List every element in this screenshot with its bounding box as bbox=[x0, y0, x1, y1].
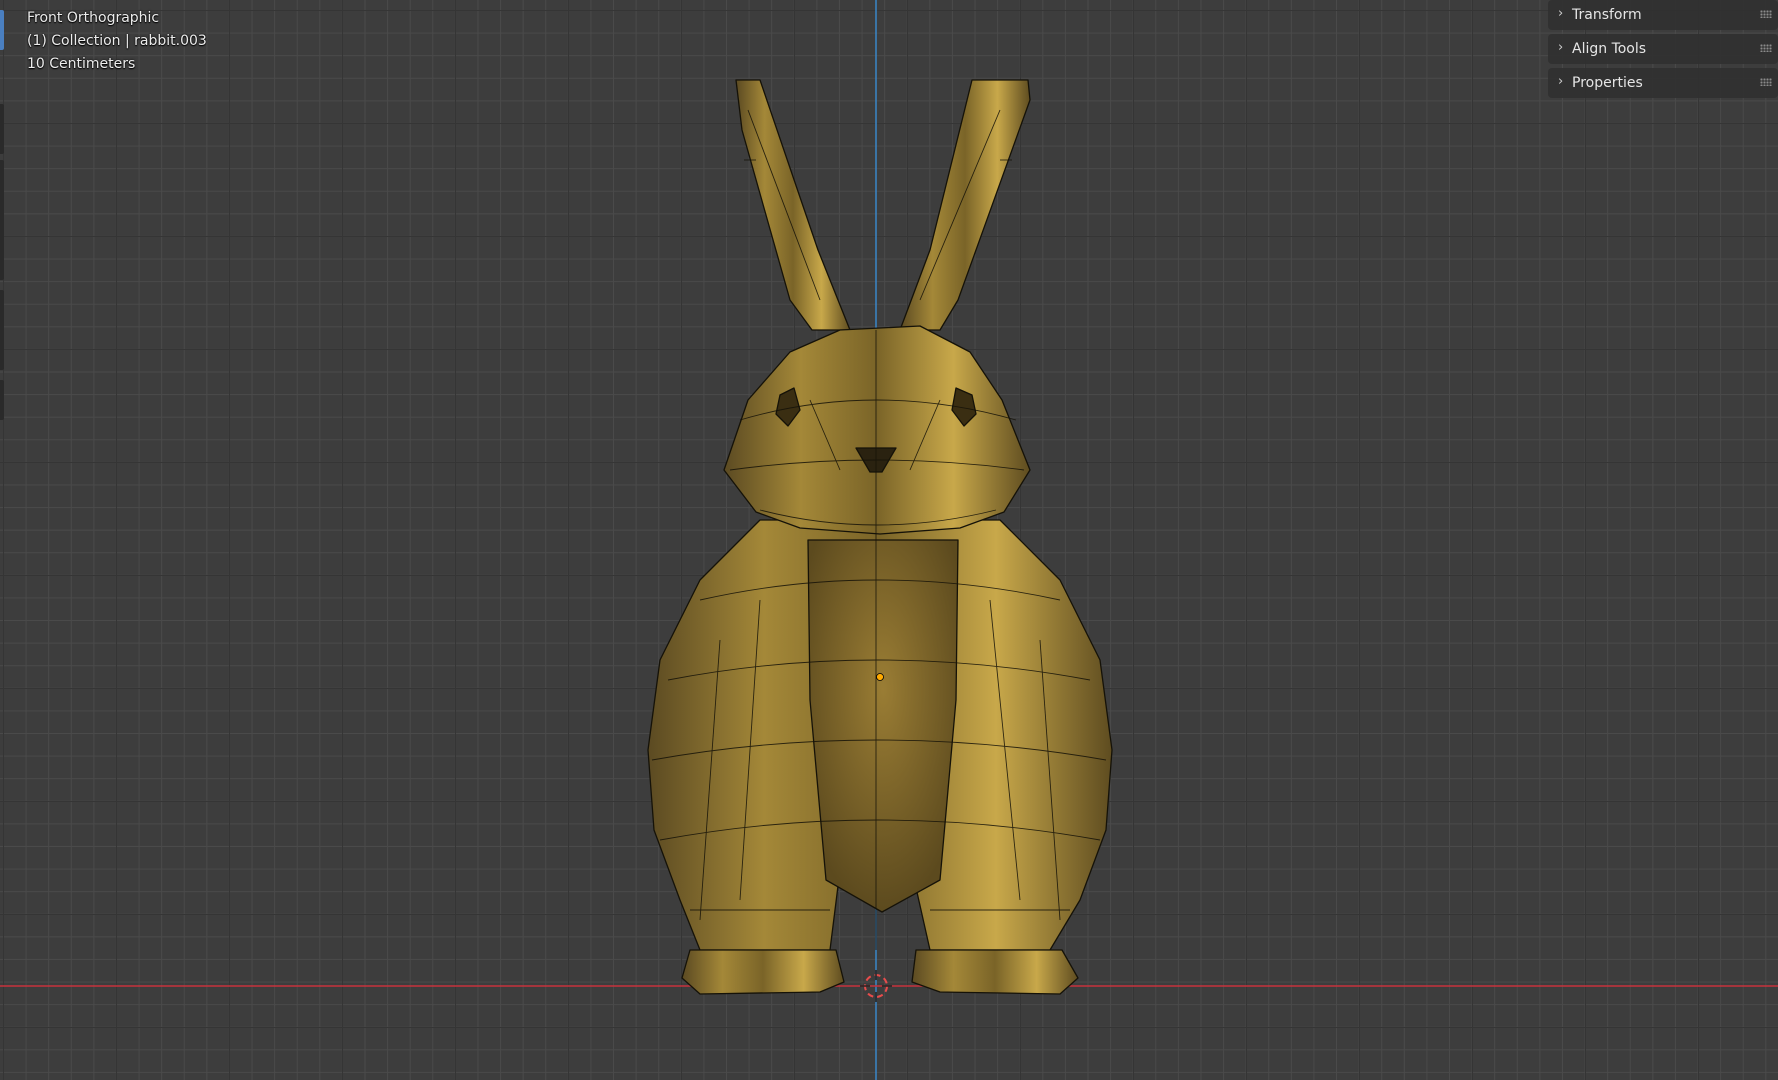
panel-properties-label: Properties bbox=[1572, 75, 1643, 91]
viewport-scene bbox=[0, 0, 1778, 1080]
collection-info-label: (1) Collection | rabbit.003 bbox=[27, 33, 207, 49]
panel-properties[interactable]: › Properties bbox=[1548, 68, 1778, 98]
panel-transform-label: Transform bbox=[1572, 7, 1642, 23]
chevron-right-icon: › bbox=[1558, 74, 1564, 89]
drag-handle-icon[interactable] bbox=[1760, 44, 1772, 52]
sidebar-panel: › Transform › Align Tools › Properties bbox=[1548, 0, 1778, 102]
left-toolbar bbox=[0, 0, 5, 430]
drag-handle-icon[interactable] bbox=[1760, 78, 1772, 86]
scale-info-label: 10 Centimeters bbox=[27, 56, 136, 72]
panel-transform[interactable]: › Transform bbox=[1548, 0, 1778, 30]
head bbox=[723, 325, 1031, 535]
chevron-right-icon: › bbox=[1558, 40, 1564, 55]
left-ear bbox=[735, 79, 851, 331]
drag-handle-icon[interactable] bbox=[1760, 10, 1772, 18]
toolbar-tool-group[interactable] bbox=[0, 380, 4, 420]
toolbar-active-tool[interactable] bbox=[0, 10, 4, 50]
view-name-label: Front Orthographic bbox=[27, 10, 160, 26]
right-ear bbox=[899, 79, 1031, 331]
panel-align-tools[interactable]: › Align Tools bbox=[1548, 34, 1778, 64]
toolbar-tool-group[interactable] bbox=[0, 290, 4, 370]
rabbit-mesh bbox=[647, 79, 1113, 995]
toolbar-tool-group[interactable] bbox=[0, 160, 4, 280]
toolbar-tool-group[interactable] bbox=[0, 104, 4, 154]
belly bbox=[807, 539, 959, 913]
object-origin bbox=[876, 673, 884, 681]
chevron-right-icon: › bbox=[1558, 6, 1564, 21]
right-foot bbox=[911, 949, 1079, 995]
left-foot bbox=[681, 949, 845, 995]
panel-align-tools-label: Align Tools bbox=[1572, 41, 1647, 57]
